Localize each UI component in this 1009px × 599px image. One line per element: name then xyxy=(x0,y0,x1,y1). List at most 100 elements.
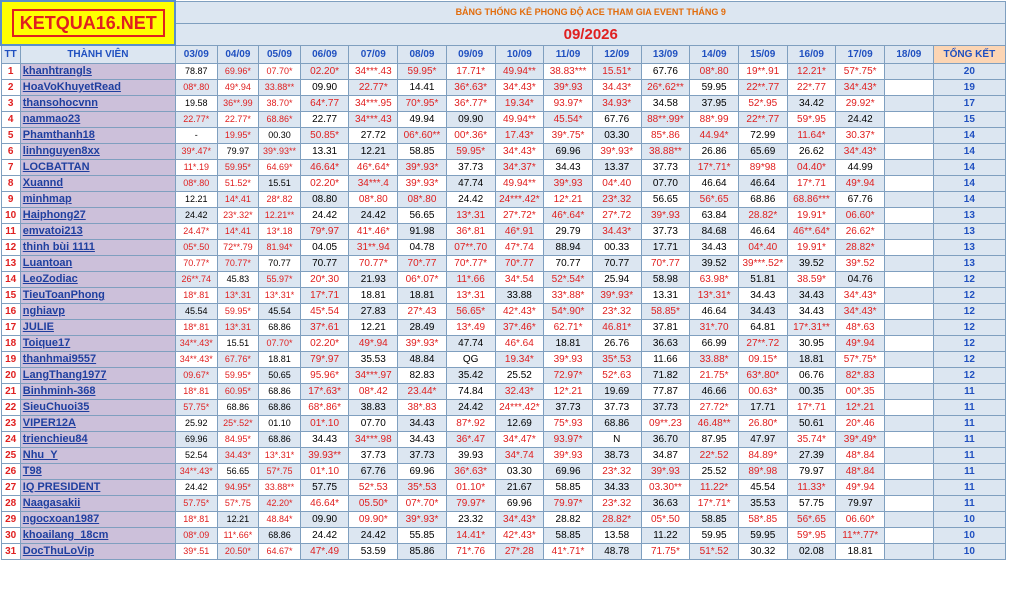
result-cell: 70.77 xyxy=(299,255,350,272)
result-cell: 68.86 xyxy=(258,383,301,400)
member-name-link[interactable]: nammao23 xyxy=(19,111,176,128)
result-cell: 34.43 xyxy=(689,239,739,256)
result-cell: 37.73 xyxy=(591,399,642,416)
member-name-link[interactable]: DocThuLoVip xyxy=(19,543,176,560)
member-name-link[interactable]: Toique17 xyxy=(19,335,176,352)
result-cell: 01*.10 xyxy=(299,415,350,432)
member-name-link[interactable]: thinh bùi 1111 xyxy=(19,239,176,256)
member-name-link[interactable]: TieuToanPhong xyxy=(19,287,176,304)
member-name-link[interactable]: thansohocvnn xyxy=(19,95,176,112)
result-cell: 27*.72 xyxy=(591,207,642,224)
row-number: 12 xyxy=(0,239,21,256)
result-cell: 34.87 xyxy=(640,447,691,464)
result-cell: 68.86*** xyxy=(786,191,837,208)
result-cell: 68.86 xyxy=(258,319,301,336)
result-cell: 02.20* xyxy=(299,175,350,192)
result-cell: 38.73 xyxy=(591,447,642,464)
table-row: 17 JULIE 18*.81 13*.31 68.86 37*.61 12.21 28.49… xyxy=(0,319,1007,336)
member-name-link[interactable]: Naagasakii xyxy=(19,495,176,512)
result-cell: QG xyxy=(445,351,496,368)
result-cell: 46.64 xyxy=(689,303,739,320)
result-cell: 88**.99* xyxy=(640,111,691,128)
member-name-link[interactable]: khoailang_18cm xyxy=(19,527,176,544)
result-cell: 11.64* xyxy=(786,127,837,144)
member-name-link[interactable]: ngocxoan1987 xyxy=(19,511,176,528)
result-cell: 34.43* xyxy=(216,447,260,464)
result-cell xyxy=(884,319,934,336)
total-cell: 11 xyxy=(932,415,1007,432)
result-cell: 03.30 xyxy=(591,127,642,144)
result-cell: 13*.31 xyxy=(445,287,496,304)
result-cell xyxy=(884,271,934,288)
result-cell: 28.82* xyxy=(591,511,642,528)
result-cell: 56.65 xyxy=(216,463,260,480)
result-cell: 21.93 xyxy=(348,271,399,288)
row-number: 14 xyxy=(0,271,21,288)
member-name-link[interactable]: khanhtrangls xyxy=(19,63,176,80)
member-name-link[interactable]: Nhu_Y xyxy=(19,447,176,464)
result-cell: 00*.36* xyxy=(445,127,496,144)
result-cell: 09.90 xyxy=(299,511,350,528)
result-cell: 57.75 xyxy=(786,495,837,512)
member-name-link[interactable]: LOCBATTAN xyxy=(19,159,176,176)
result-cell: 13.58 xyxy=(591,527,642,544)
result-cell xyxy=(884,399,934,416)
result-cell: 39.93** xyxy=(299,447,350,464)
total-cell: 14 xyxy=(932,191,1007,208)
member-name-link[interactable]: VIPER12A xyxy=(19,415,176,432)
member-name-link[interactable]: LeoZodiac xyxy=(19,271,176,288)
member-name-link[interactable]: Xuannd xyxy=(19,175,176,192)
member-name-link[interactable]: IQ PRESIDENT xyxy=(19,479,176,496)
result-cell: 55.97* xyxy=(258,271,301,288)
member-name-link[interactable]: linhnguyen8xx xyxy=(19,143,176,160)
result-cell: 35*.53 xyxy=(591,351,642,368)
result-cell: 36*.47 xyxy=(445,431,496,448)
member-name-link[interactable]: LangThang1977 xyxy=(19,367,176,384)
member-name-link[interactable]: JULIE xyxy=(19,319,176,336)
header-total: TỔNG KẾT xyxy=(932,44,1007,64)
header-date: 17/09 xyxy=(835,44,886,64)
result-cell: 58.85* xyxy=(640,303,691,320)
member-name-link[interactable]: thanhmai9557 xyxy=(19,351,176,368)
total-cell: 13 xyxy=(932,207,1007,224)
member-name-link[interactable]: SieuChuoi35 xyxy=(19,399,176,416)
member-name-link[interactable]: T98 xyxy=(19,463,176,480)
row-number: 22 xyxy=(0,399,21,416)
result-cell: 34.43 xyxy=(543,159,593,176)
member-name-link[interactable]: Haiphong27 xyxy=(19,207,176,224)
result-cell: 79.97 xyxy=(786,463,837,480)
result-cell: 27.72 xyxy=(348,127,399,144)
result-cell: 85.86 xyxy=(397,543,447,560)
result-cell xyxy=(884,159,934,176)
result-cell: 56*.65 xyxy=(786,511,837,528)
total-cell: 11 xyxy=(932,399,1007,416)
member-name-link[interactable]: trienchieu84 xyxy=(19,431,176,448)
member-name-link[interactable]: minhmap xyxy=(19,191,176,208)
total-cell: 11 xyxy=(932,447,1007,464)
result-cell: 77.87 xyxy=(640,383,691,400)
member-name-link[interactable]: HoaVoKhuyetRead xyxy=(19,79,176,96)
result-cell: 69.96 xyxy=(543,463,593,480)
result-cell: 59*.95 xyxy=(786,111,837,128)
member-name-link[interactable]: Phamthanh18 xyxy=(19,127,176,144)
result-cell xyxy=(884,223,934,240)
result-cell: 82*.83 xyxy=(835,367,886,384)
member-name-link[interactable]: Binhminh-368 xyxy=(19,383,176,400)
member-name-link[interactable]: Luantoan xyxy=(19,255,176,272)
result-cell: 68.86* xyxy=(258,111,301,128)
result-cell: 69.96* xyxy=(216,63,260,80)
result-cell: 79*.97 xyxy=(299,223,350,240)
result-cell: 57.75* xyxy=(174,495,218,512)
member-name-link[interactable]: nghiavp xyxy=(19,303,176,320)
result-cell: 08*.80 xyxy=(348,191,399,208)
result-cell: 19.69 xyxy=(591,383,642,400)
member-name-link[interactable]: emvatoi213 xyxy=(19,223,176,240)
result-cell: 70.77* xyxy=(216,255,260,272)
result-cell: 71.75* xyxy=(640,543,691,560)
result-cell: 13*.31 xyxy=(216,319,260,336)
result-cell: 56.65 xyxy=(640,191,691,208)
table-row: 2 HoaVoKhuyetRead 08*.80 49*.94 33.88** 09.90… xyxy=(0,79,1007,96)
result-cell: 14*.41 xyxy=(216,223,260,240)
result-cell: 50.85* xyxy=(299,127,350,144)
result-cell: 34***.97 xyxy=(348,367,399,384)
